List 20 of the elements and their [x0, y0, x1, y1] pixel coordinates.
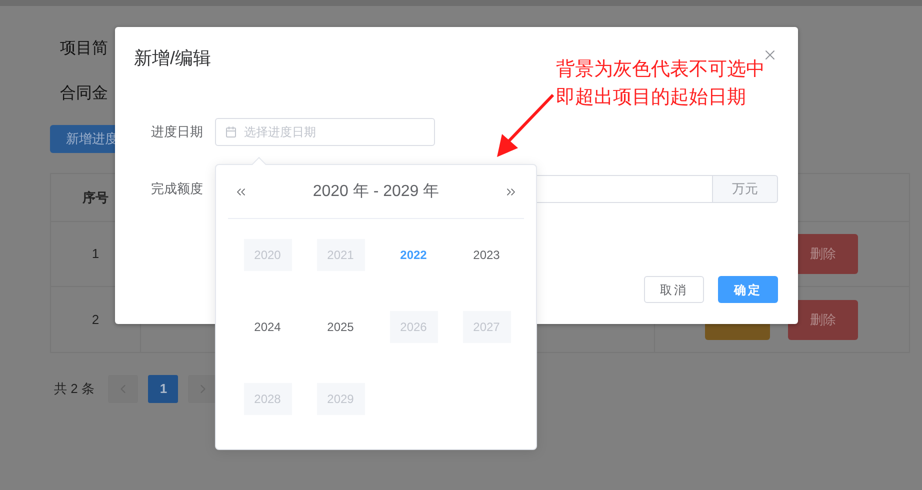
cancel-button[interactable]: 取消 [644, 276, 704, 303]
field-label: 合同金 [60, 85, 108, 102]
field-label: 项目简 [60, 40, 108, 57]
decade-title: 2020 年 - 2029 年 [312, 182, 440, 202]
annotation-arrow [497, 94, 554, 157]
unit-label: 万元 [732, 180, 758, 198]
annotation-text: 即超出项目的起始日期 [556, 86, 747, 110]
form-label: 进度日期 [151, 124, 203, 139]
total-count: 共 2 条 [54, 380, 94, 398]
dialog-title: 新增/编辑 [134, 48, 212, 68]
table-cell-text: 2 [92, 310, 100, 329]
date-input[interactable]: 选择进度日期 [215, 118, 435, 146]
delete-button[interactable]: 删除 [788, 300, 858, 340]
form-label: 完成额度 [151, 181, 203, 196]
annotation-text: 背景为灰色代表不可选中 [556, 58, 765, 82]
table-cell-text: 1 [92, 245, 100, 264]
column-header: 序号 [82, 188, 108, 207]
calendar-icon [225, 126, 237, 138]
page-button[interactable]: 1 [148, 375, 178, 403]
confirm-button[interactable]: 确定 [718, 276, 778, 303]
